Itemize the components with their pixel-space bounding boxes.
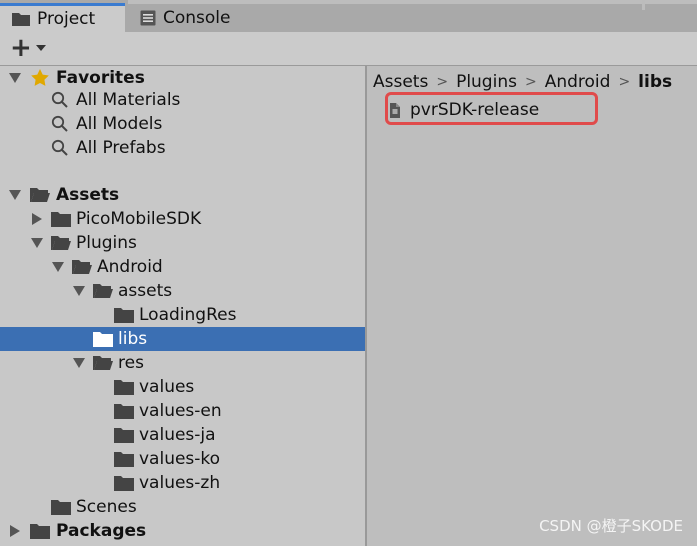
expanded-arrow-icon[interactable] bbox=[30, 231, 44, 255]
breadcrumb-android[interactable]: Android bbox=[545, 72, 611, 92]
tree-item-loadingres[interactable]: LoadingRes bbox=[0, 303, 365, 327]
tree-item-all-prefabs[interactable]: All Prefabs bbox=[0, 136, 365, 160]
expanded-arrow-icon[interactable] bbox=[51, 255, 65, 279]
expanded-arrow-icon[interactable] bbox=[8, 66, 22, 90]
add-asset-label: + bbox=[10, 33, 32, 63]
tree-item-res[interactable]: res bbox=[0, 351, 365, 375]
project-toolbar: + bbox=[0, 32, 697, 66]
tree-item-label: assets bbox=[118, 281, 173, 301]
breadcrumb-libs[interactable]: libs bbox=[638, 72, 672, 92]
tree-item-assets[interactable]: Assets bbox=[0, 183, 365, 207]
folder-icon bbox=[51, 499, 71, 520]
breadcrumb: Assets > Plugins > Android > libs bbox=[373, 70, 672, 94]
tree-item-favorites-label: Favorites bbox=[56, 68, 145, 88]
add-asset-button[interactable]: + bbox=[10, 33, 47, 63]
search-icon bbox=[51, 91, 69, 114]
tree-item-label: values-zh bbox=[139, 473, 221, 493]
tree-item-label: PicoMobileSDK bbox=[76, 209, 202, 229]
tree-item-packages[interactable]: Packages bbox=[0, 519, 365, 543]
tree-item-favorites[interactable]: Favorites bbox=[0, 66, 365, 90]
folder-icon bbox=[114, 307, 134, 328]
chevron-right-icon: > bbox=[618, 74, 631, 90]
folder-icon bbox=[114, 475, 134, 496]
tree-item-label: values-ja bbox=[139, 425, 216, 445]
tab-console[interactable]: Console bbox=[137, 3, 287, 32]
tree-item-scenes[interactable]: Scenes bbox=[0, 495, 365, 519]
search-icon bbox=[51, 115, 69, 138]
search-icon bbox=[51, 139, 69, 162]
tree-item-label: values-ko bbox=[139, 449, 221, 469]
collapsed-arrow-icon[interactable] bbox=[8, 519, 22, 543]
chevron-right-icon: > bbox=[524, 74, 537, 90]
tree-item-label: LoadingRes bbox=[139, 305, 237, 325]
tree-item-label: All Prefabs bbox=[76, 138, 166, 158]
folder-icon bbox=[51, 211, 71, 232]
tree-item-label: Plugins bbox=[76, 233, 137, 253]
folder-icon bbox=[114, 451, 134, 472]
tree-item-label: Scenes bbox=[76, 497, 137, 517]
folder-icon bbox=[30, 523, 50, 544]
tab-bar-gap bbox=[642, 0, 645, 10]
chevron-right-icon: > bbox=[436, 74, 449, 90]
tree-item-assets-label: Assets bbox=[56, 185, 120, 205]
tree-item-all-materials[interactable]: All Materials bbox=[0, 88, 365, 112]
tree-item-android[interactable]: Android bbox=[0, 255, 365, 279]
folder-open-icon bbox=[93, 355, 113, 376]
collapsed-arrow-icon[interactable] bbox=[30, 207, 44, 231]
tree-item-label: All Materials bbox=[76, 90, 181, 110]
tree-item-values-en[interactable]: values-en bbox=[0, 399, 365, 423]
tree-item-label: All Models bbox=[76, 114, 163, 134]
tree-item-label: values-en bbox=[139, 401, 222, 421]
tree-item-libs[interactable]: libs bbox=[0, 327, 365, 351]
folder-icon bbox=[12, 13, 30, 26]
tree-item-label: values bbox=[139, 377, 195, 397]
folder-open-icon bbox=[51, 235, 71, 256]
expanded-arrow-icon[interactable] bbox=[72, 351, 86, 375]
folder-icon bbox=[114, 403, 134, 424]
tree-item-assets-folder[interactable]: assets bbox=[0, 279, 365, 303]
folder-open-icon bbox=[93, 283, 113, 304]
expanded-arrow-icon[interactable] bbox=[8, 183, 22, 207]
asset-browser: Assets > Plugins > Android > libs pvrSDK… bbox=[367, 66, 697, 546]
folder-open-icon bbox=[30, 187, 50, 208]
folder-open-icon bbox=[72, 259, 92, 280]
watermark: CSDN @橙子SKODE bbox=[539, 517, 683, 535]
tree-item-values-ko[interactable]: values-ko bbox=[0, 447, 365, 471]
breadcrumb-assets[interactable]: Assets bbox=[373, 72, 428, 92]
breadcrumb-plugins[interactable]: Plugins bbox=[456, 72, 517, 92]
tab-project-label: Project bbox=[37, 9, 96, 29]
tree-item-label: res bbox=[118, 353, 144, 373]
tree-item-packages-label: Packages bbox=[56, 521, 147, 541]
project-tree: Favorites All Materials All Models All P… bbox=[0, 66, 365, 546]
tree-item-values[interactable]: values bbox=[0, 375, 365, 399]
tree-item-values-zh[interactable]: values-zh bbox=[0, 471, 365, 495]
tree-item-picomobilesdk[interactable]: PicoMobileSDK bbox=[0, 207, 365, 231]
chevron-down-icon bbox=[35, 45, 46, 51]
tree-item-values-ja[interactable]: values-ja bbox=[0, 423, 365, 447]
folder-icon bbox=[114, 379, 134, 400]
console-icon bbox=[140, 10, 156, 25]
folder-icon bbox=[93, 331, 113, 352]
expanded-arrow-icon[interactable] bbox=[72, 279, 86, 303]
tree-item-plugins[interactable]: Plugins bbox=[0, 231, 365, 255]
tab-console-label: Console bbox=[163, 7, 231, 28]
tree-item-label: libs bbox=[118, 329, 148, 349]
tab-bar: Project Console bbox=[0, 0, 697, 32]
tree-item-label: Android bbox=[97, 257, 163, 277]
tree-item-all-models[interactable]: All Models bbox=[0, 112, 365, 136]
folder-icon bbox=[114, 427, 134, 448]
annotation-highlight-box bbox=[385, 92, 598, 125]
tab-project[interactable]: Project bbox=[0, 3, 125, 32]
